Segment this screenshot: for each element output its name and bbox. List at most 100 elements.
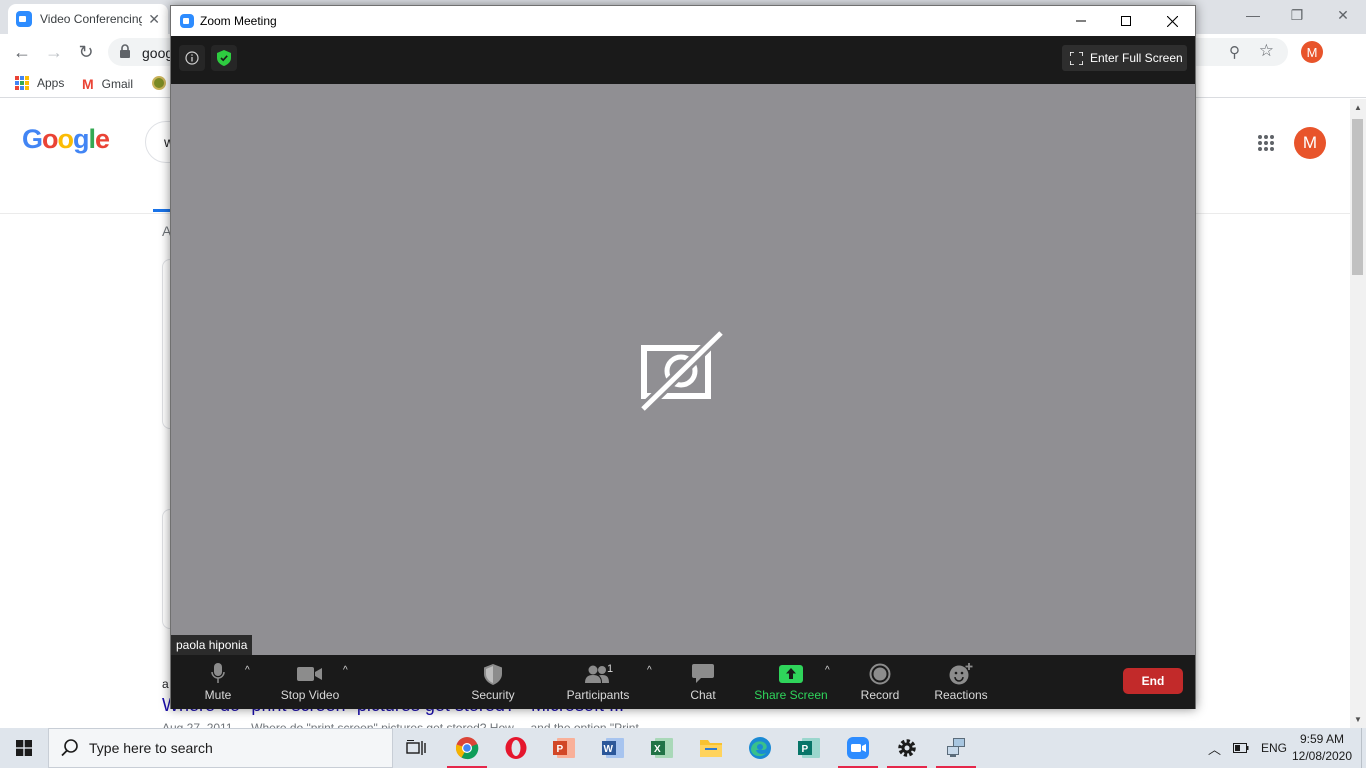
zoom-minimize-button[interactable] bbox=[1058, 6, 1104, 36]
scroll-up-icon[interactable]: ▲ bbox=[1354, 103, 1362, 112]
scroll-down-icon[interactable]: ▼ bbox=[1354, 715, 1362, 724]
bookmark-gmail-label: Gmail bbox=[101, 77, 134, 91]
word-icon: W bbox=[602, 738, 624, 758]
zoom-maximize-button[interactable] bbox=[1103, 6, 1149, 36]
meeting-info-button[interactable] bbox=[179, 45, 205, 71]
zoom-meeting-window: Zoom Meeting Enter Full Screen paola hip… bbox=[170, 5, 1196, 709]
audio-options-caret-icon[interactable]: ^ bbox=[245, 665, 250, 676]
svg-text:P: P bbox=[802, 744, 809, 755]
bookmark-apps-label: Apps bbox=[37, 76, 65, 90]
taskbar-word[interactable]: W bbox=[589, 728, 637, 768]
zoom-favicon-icon bbox=[16, 11, 32, 27]
share-screen-icon bbox=[779, 660, 803, 688]
scrollbar-thumb[interactable] bbox=[1352, 119, 1363, 275]
security-shield-icon bbox=[484, 660, 502, 688]
svg-text:P: P bbox=[557, 744, 564, 755]
tab-close-icon[interactable]: ✕ bbox=[148, 11, 160, 28]
taskbar-clock[interactable]: 9:59 AM 12/08/2020 bbox=[1290, 731, 1354, 765]
chrome-minimize-button[interactable]: — bbox=[1230, 0, 1276, 30]
taskbar-search-placeholder: Type here to search bbox=[89, 740, 213, 756]
reactions-emoji-icon bbox=[949, 660, 973, 688]
enter-full-screen-button[interactable]: Enter Full Screen bbox=[1062, 45, 1187, 71]
taskbar-file-explorer[interactable] bbox=[687, 728, 735, 768]
zoom-magnifier-icon[interactable]: ⚲ bbox=[1229, 43, 1240, 61]
taskbar-network-app[interactable] bbox=[932, 728, 980, 768]
opera-icon bbox=[505, 737, 527, 759]
taskbar-search-box[interactable]: Type here to search bbox=[48, 728, 393, 768]
taskbar-chrome[interactable] bbox=[443, 728, 491, 768]
forward-arrow-icon[interactable]: → bbox=[42, 40, 66, 64]
green-shield-icon bbox=[217, 50, 231, 66]
windows-taskbar: Type here to search P W X P ︿ ENG 9:59 A… bbox=[0, 728, 1366, 768]
participants-button[interactable]: 1 Participants bbox=[563, 655, 633, 709]
encryption-shield-button[interactable] bbox=[211, 45, 237, 71]
bookmark-star-icon[interactable]: ☆ bbox=[1259, 41, 1274, 61]
reactions-label: Reactions bbox=[934, 688, 988, 702]
fullscreen-icon bbox=[1070, 51, 1083, 65]
share-options-caret-icon[interactable]: ^ bbox=[825, 665, 830, 676]
video-area: paola hiponia bbox=[171, 84, 1195, 655]
google-apps-icon[interactable] bbox=[1258, 135, 1274, 151]
zoom-close-button[interactable] bbox=[1149, 6, 1195, 36]
reactions-button[interactable]: Reactions bbox=[931, 655, 991, 709]
back-arrow-icon[interactable]: ← bbox=[10, 40, 34, 64]
microphone-icon bbox=[211, 660, 225, 688]
taskbar-edge[interactable] bbox=[736, 728, 784, 768]
participant-name-tag: paola hiponia bbox=[171, 635, 253, 655]
bookmark-apps[interactable]: Apps bbox=[15, 76, 64, 90]
battery-icon[interactable] bbox=[1233, 743, 1249, 753]
language-indicator[interactable]: ENG bbox=[1261, 741, 1287, 755]
record-label: Record bbox=[860, 688, 900, 702]
gear-icon bbox=[898, 739, 916, 757]
zoom-meeting-toolbar: Mute ^ Stop Video ^ Security 1 Participa… bbox=[171, 655, 1195, 709]
taskbar-zoom[interactable] bbox=[834, 728, 882, 768]
video-camera-icon bbox=[297, 660, 323, 688]
url-text: goog bbox=[142, 45, 174, 61]
zoom-titlebar: Zoom Meeting bbox=[171, 6, 1195, 36]
share-screen-label: Share Screen bbox=[754, 688, 828, 702]
end-meeting-button[interactable]: End bbox=[1123, 668, 1183, 694]
google-account-avatar[interactable]: M bbox=[1294, 127, 1326, 159]
powerpoint-icon: P bbox=[553, 738, 575, 758]
taskbar-powerpoint[interactable]: P bbox=[540, 728, 588, 768]
chat-button[interactable]: Chat bbox=[681, 655, 725, 709]
mute-button[interactable]: Mute bbox=[193, 655, 243, 709]
windows-logo-icon bbox=[16, 740, 32, 756]
publisher-icon: P bbox=[798, 738, 820, 758]
chrome-tab[interactable]: Video Conferencing ✕ bbox=[8, 4, 168, 34]
gmail-icon: M bbox=[82, 76, 94, 92]
participant-count: 1 bbox=[607, 663, 614, 675]
close-icon bbox=[1166, 15, 1178, 27]
task-view-button[interactable] bbox=[392, 728, 440, 768]
zoom-app-icon bbox=[180, 14, 194, 28]
bookmark-extension[interactable] bbox=[152, 76, 166, 90]
taskbar-settings[interactable] bbox=[883, 728, 931, 768]
edge-icon bbox=[749, 737, 771, 759]
start-button[interactable] bbox=[0, 728, 48, 768]
taskbar-opera[interactable] bbox=[492, 728, 540, 768]
security-button[interactable]: Security bbox=[467, 655, 519, 709]
page-scrollbar[interactable]: ▲ ▼ bbox=[1350, 99, 1366, 728]
maximize-icon bbox=[1121, 16, 1131, 26]
taskbar-publisher[interactable]: P bbox=[785, 728, 833, 768]
chrome-close-button[interactable]: ✕ bbox=[1320, 0, 1366, 30]
profile-avatar[interactable]: M bbox=[1301, 41, 1323, 63]
chrome-restore-button[interactable]: ❐ bbox=[1274, 0, 1320, 30]
bookmark-gmail[interactable]: M Gmail bbox=[82, 76, 133, 92]
reload-icon[interactable]: ↻ bbox=[74, 40, 98, 64]
search-icon bbox=[61, 739, 78, 757]
video-options-caret-icon[interactable]: ^ bbox=[343, 665, 348, 676]
record-button[interactable]: Record bbox=[857, 655, 903, 709]
google-logo[interactable]: Google bbox=[22, 124, 110, 155]
share-screen-button[interactable]: Share Screen bbox=[753, 655, 829, 709]
taskbar-excel[interactable]: X bbox=[638, 728, 686, 768]
record-icon bbox=[869, 660, 891, 688]
mute-label: Mute bbox=[204, 688, 232, 702]
show-desktop-button[interactable] bbox=[1361, 728, 1366, 768]
svg-text:X: X bbox=[654, 744, 661, 755]
stop-video-button[interactable]: Stop Video bbox=[275, 655, 345, 709]
participants-options-caret-icon[interactable]: ^ bbox=[647, 665, 652, 676]
show-hidden-icons-chevron-icon[interactable]: ︿ bbox=[1208, 739, 1221, 758]
lock-icon bbox=[120, 44, 130, 58]
apps-grid-icon bbox=[15, 76, 29, 90]
